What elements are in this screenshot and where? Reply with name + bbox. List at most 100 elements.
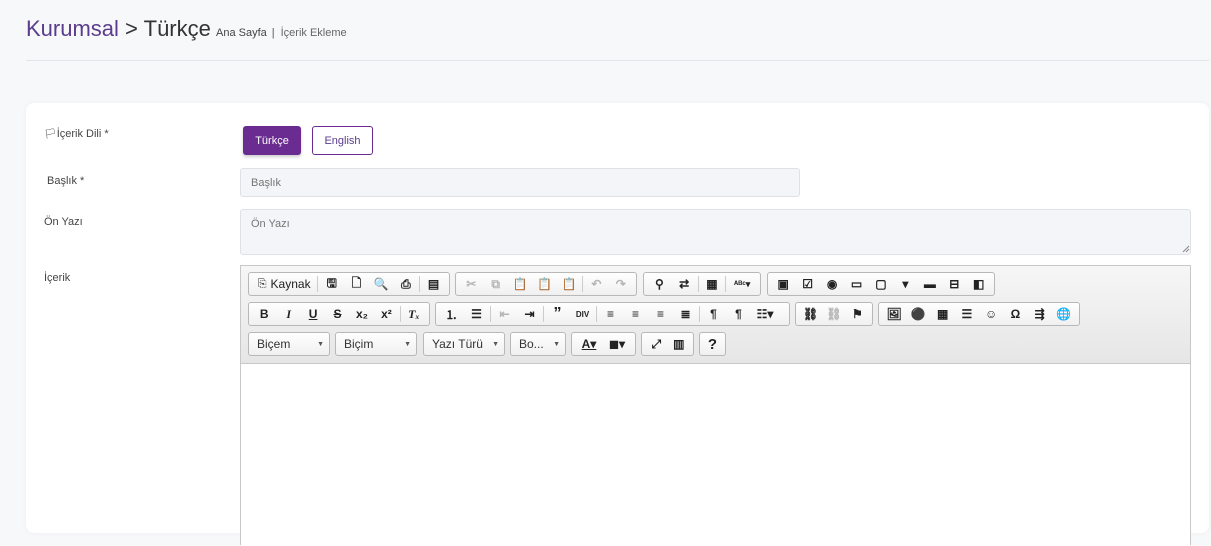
flash-icon[interactable]: ⚫ (906, 303, 930, 325)
help-button[interactable]: ? (700, 333, 725, 355)
breadcrumb-home[interactable]: Ana Sayfa (216, 27, 267, 39)
numbered-list-icon[interactable]: ⒈ (439, 303, 464, 325)
caret-down-icon: ▼ (553, 341, 560, 348)
anchor-icon[interactable]: ⚑ (846, 303, 869, 325)
size-dropdown[interactable]: Bo... ▼ (510, 332, 566, 356)
create-div-icon[interactable]: DIV (570, 303, 595, 325)
indent-icon[interactable]: ⇥ (517, 303, 542, 325)
paste-word-icon[interactable]: 📋 (557, 273, 581, 295)
horizontal-rule-icon[interactable]: ☰ (955, 303, 979, 325)
special-char-icon[interactable]: Ω (1003, 303, 1027, 325)
strike-icon[interactable]: S (325, 303, 349, 325)
title-label: Başlık * (47, 175, 85, 187)
caret-down-icon: ▼ (492, 341, 499, 348)
format-dropdown[interactable]: Biçem ▼ (248, 332, 330, 356)
turkish-button[interactable]: Türkçe (243, 126, 301, 155)
source-icon: ⎘ (257, 277, 267, 290)
rtl-icon[interactable]: ¶ (726, 303, 751, 325)
content-language-label: 🏳İçerik Dili * (44, 128, 109, 140)
save-icon[interactable]: 🖫 (319, 273, 344, 295)
language-icon[interactable]: ☷▾ (751, 303, 779, 325)
replace-icon[interactable]: ⇄ (672, 273, 697, 295)
english-button[interactable]: English (312, 126, 373, 155)
align-right-icon[interactable]: ≡ (648, 303, 673, 325)
forms-group: ▣ ☑ ◉ ▭ ▢ ▾ ▬ ⊟ ◧ (767, 272, 995, 296)
intro-textarea[interactable] (240, 209, 1191, 255)
paste-text-icon[interactable]: 📋 (532, 273, 556, 295)
rich-text-editor: ⎘ Kaynak 🖫 🗋 🔍 ⎙ ▤ ✂ ⧉ 📋 📋 📋 ↶ ↷ ⚲ ⇄ ▦ ᴬ… (240, 265, 1191, 546)
spellcheck-icon[interactable]: ᴬᴮᶜ▾ (727, 273, 757, 295)
underline-icon[interactable]: U (301, 303, 325, 325)
print-icon[interactable]: ⎙ (394, 273, 419, 295)
breadcrumb-current: İçerik Ekleme (280, 27, 347, 39)
colors-group: A▾ ◼▾ (571, 332, 636, 356)
caret-down-icon: ▼ (317, 341, 324, 348)
hidden-field-icon[interactable]: ◧ (967, 273, 991, 295)
select-all-icon[interactable]: ▦ (700, 273, 725, 295)
link-icon[interactable]: ⛓ (799, 303, 822, 325)
ltr-icon[interactable]: ¶ (701, 303, 726, 325)
page-break-icon[interactable]: ⇶ (1028, 303, 1052, 325)
align-center-icon[interactable]: ≡ (623, 303, 648, 325)
page-title: Kurumsal > Türkçe (26, 16, 211, 42)
superscript-icon[interactable]: x² (374, 303, 398, 325)
align-justify-icon[interactable]: ≣ (673, 303, 698, 325)
copy-icon[interactable]: ⧉ (483, 273, 507, 295)
resize-grip-icon[interactable] (1180, 243, 1190, 253)
cut-icon[interactable]: ✂ (459, 273, 483, 295)
select-icon[interactable]: ▾ (893, 273, 917, 295)
font-dropdown[interactable]: Yazı Türü ▼ (423, 332, 505, 356)
paste-icon[interactable]: 📋 (508, 273, 532, 295)
unlink-icon[interactable]: ⛓ (822, 303, 845, 325)
find-group: ⚲ ⇄ ▦ ᴬᴮᶜ▾ (643, 272, 761, 296)
preview-icon[interactable]: 🔍 (369, 273, 394, 295)
bulleted-list-icon[interactable]: ☰ (464, 303, 489, 325)
source-button[interactable]: ⎘ Kaynak (252, 273, 316, 295)
editor-content-area[interactable] (241, 364, 1190, 546)
align-left-icon[interactable]: ≡ (598, 303, 623, 325)
radio-icon[interactable]: ◉ (820, 273, 844, 295)
image-button-icon[interactable]: ⊟ (942, 273, 966, 295)
form-icon[interactable]: ▣ (771, 273, 795, 295)
show-blocks-icon[interactable]: ▥ (668, 333, 691, 355)
help-group: ? (699, 332, 726, 356)
outdent-icon[interactable]: ⇤ (492, 303, 517, 325)
content-label: İçerik (44, 272, 71, 284)
title-input[interactable] (240, 168, 800, 197)
maximize-icon[interactable]: ⤢ (645, 333, 668, 355)
blockquote-icon[interactable]: ” (545, 303, 570, 325)
intro-label: Ön Yazı (44, 216, 83, 228)
bold-icon[interactable]: B (252, 303, 276, 325)
title-separator: > (125, 16, 138, 41)
textfield-icon[interactable]: ▭ (844, 273, 868, 295)
flag-icon: 🏳 (44, 129, 57, 140)
find-icon[interactable]: ⚲ (647, 273, 672, 295)
italic-icon[interactable]: I (276, 303, 300, 325)
clipboard-group: ✂ ⧉ 📋 📋 📋 ↶ ↷ (455, 272, 637, 296)
textarea-icon[interactable]: ▢ (869, 273, 893, 295)
document-group: ⎘ Kaynak 🖫 🗋 🔍 ⎙ ▤ (248, 272, 450, 296)
editor-toolbar: ⎘ Kaynak 🖫 🗋 🔍 ⎙ ▤ ✂ ⧉ 📋 📋 📋 ↶ ↷ ⚲ ⇄ ▦ ᴬ… (241, 266, 1190, 364)
redo-icon[interactable]: ↷ (609, 273, 633, 295)
subscript-icon[interactable]: x₂ (350, 303, 374, 325)
page-header: Kurumsal > Türkçe Ana Sayfa | İçerik Eklem… (26, 16, 1209, 61)
undo-icon[interactable]: ↶ (584, 273, 608, 295)
style-dropdown[interactable]: Biçim ▼ (335, 332, 417, 356)
caret-down-icon: ▼ (404, 341, 411, 348)
image-icon[interactable]: 🖼 (882, 303, 906, 325)
text-color-icon[interactable]: A▾ (575, 333, 603, 355)
checkbox-icon[interactable]: ☑ (795, 273, 819, 295)
breadcrumb: Ana Sayfa | İçerik Ekleme (216, 27, 347, 39)
basic-styles-group: B I U S x₂ x² Tₓ (248, 302, 430, 326)
tools-group: ⤢ ▥ (641, 332, 694, 356)
table-icon[interactable]: ▦ (931, 303, 955, 325)
smiley-icon[interactable]: ☺ (979, 303, 1003, 325)
button-icon[interactable]: ▬ (918, 273, 942, 295)
new-page-icon[interactable]: 🗋 (344, 273, 369, 295)
templates-icon[interactable]: ▤ (421, 273, 446, 295)
language-title: Türkçe (143, 16, 211, 41)
background-color-icon[interactable]: ◼▾ (603, 333, 631, 355)
remove-format-icon[interactable]: Tₓ (402, 303, 426, 325)
breadcrumb-divider: | (271, 27, 275, 39)
iframe-icon[interactable]: 🌐 (1052, 303, 1076, 325)
